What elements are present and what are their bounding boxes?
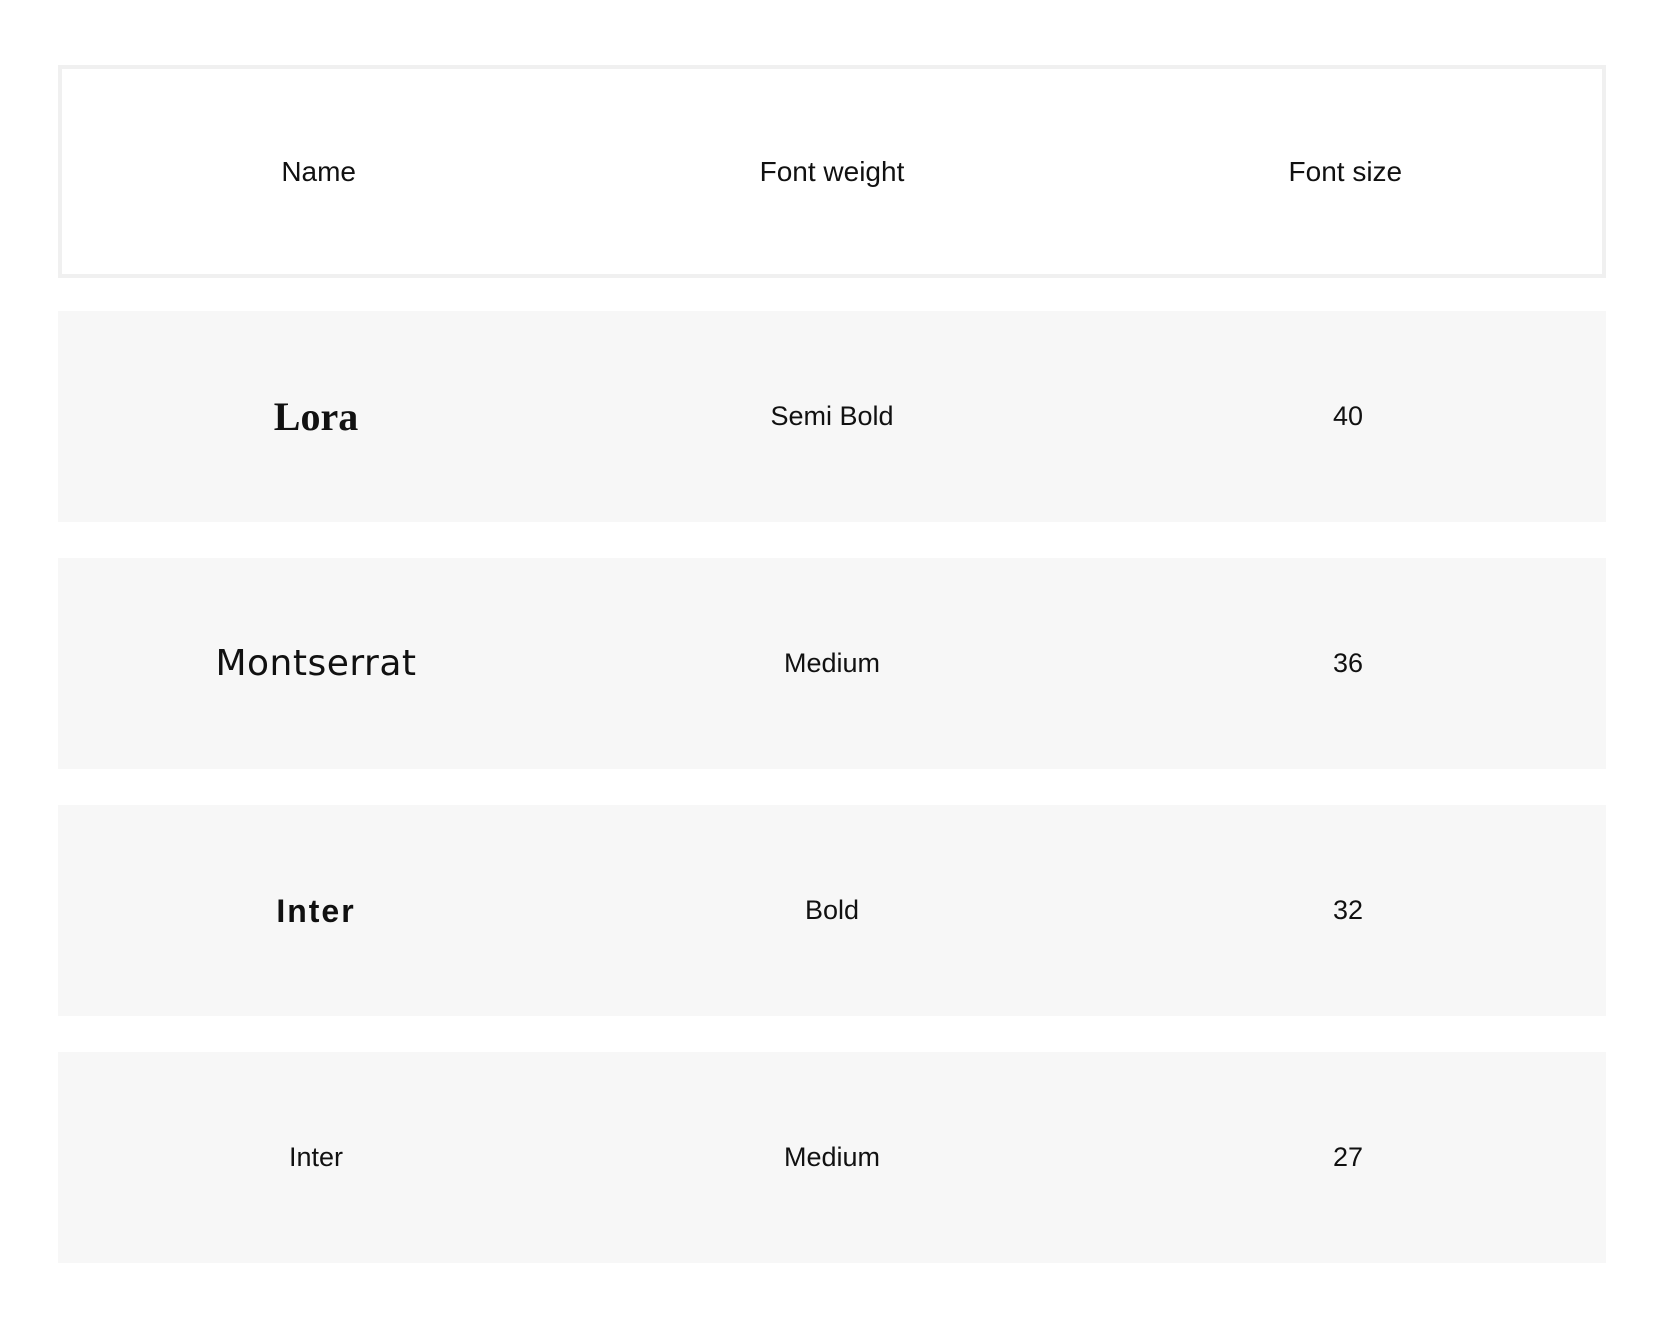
font-weight-cell: Semi Bold [770,401,894,431]
font-size-cell: 27 [1332,1142,1364,1172]
header-font-weight: Font weight [759,155,905,187]
font-size-cell: 36 [1332,648,1364,678]
font-weight-cell: Medium [783,648,881,678]
table-row: Lora Semi Bold 40 [58,311,1606,522]
font-size-cell: 40 [1332,401,1364,431]
header-font-size: Font size [1288,155,1403,187]
table-row: Inter Medium 27 [58,1052,1606,1263]
font-weight-cell: Medium [783,1142,881,1172]
font-name-cell: Inter [288,1142,344,1172]
font-name-cell: Montserrat [215,642,417,684]
font-name-cell: Inter [276,892,356,929]
font-weight-cell: Bold [804,895,860,925]
font-name-cell: Lora [273,393,359,439]
header-name: Name [281,155,357,187]
table-header-row: Name Font weight Font size [58,65,1606,278]
font-size-cell: 32 [1332,895,1364,925]
table-row: Inter Bold 32 [58,805,1606,1016]
table-row: Montserrat Medium 36 [58,558,1606,769]
font-table: Name Font weight Font size Lora Semi Bol… [58,65,1606,1263]
